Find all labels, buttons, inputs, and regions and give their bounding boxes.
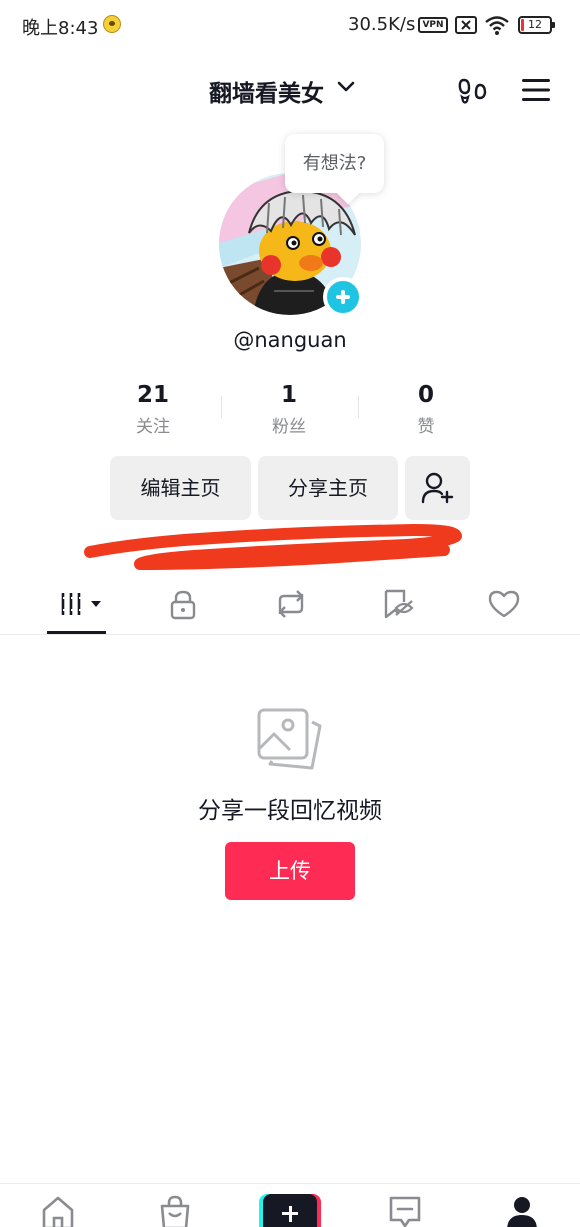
stat-likes[interactable]: 0 赞 (381, 380, 471, 442)
battery-label: 12 (528, 18, 542, 31)
tab-collections[interactable] (363, 574, 433, 635)
profile-header: 翻墙看美女 (0, 56, 580, 122)
home-icon[interactable] (40, 1194, 76, 1227)
shopping-bag-icon[interactable] (157, 1194, 193, 1227)
network-speed: 30.5K/s (348, 14, 416, 35)
account-switcher-title[interactable]: 翻墙看美女 (209, 74, 324, 108)
status-time: 晚上8:43 (22, 18, 99, 39)
active-tab-indicator (47, 631, 106, 634)
thought-bubble[interactable]: 有想法? (285, 134, 384, 193)
username: @nanguan (233, 328, 347, 352)
empty-state-message: 分享一段回忆视频 (198, 798, 382, 824)
tab-private[interactable] (148, 574, 218, 635)
profile-icon[interactable] (504, 1194, 540, 1227)
stat-following[interactable]: 21 关注 (108, 380, 198, 442)
stat-label: 关注 (136, 417, 170, 437)
stat-divider (221, 396, 222, 418)
no-sim-icon (455, 16, 477, 34)
footprint-icon[interactable] (458, 76, 488, 106)
battery-indicator: 12 (518, 16, 555, 34)
upload-button[interactable]: 上传 (225, 842, 355, 900)
stat-divider (358, 396, 359, 418)
share-profile-button[interactable]: 分享主页 (258, 456, 398, 520)
vpn-badge: VPN (418, 17, 448, 33)
add-avatar-button[interactable] (323, 277, 363, 317)
menu-icon[interactable] (521, 78, 551, 102)
wifi-icon (485, 16, 509, 35)
tab-works[interactable] (42, 574, 112, 635)
lock-icon (170, 590, 196, 620)
stat-value: 1 (280, 382, 297, 408)
plus-icon (263, 1194, 317, 1227)
repost-icon (278, 590, 304, 618)
grid-dropdown-icon (61, 593, 101, 615)
bottom-navigation (0, 1183, 580, 1227)
stat-value: 0 (417, 382, 434, 408)
add-friend-button[interactable] (405, 456, 470, 520)
stat-label: 粉丝 (272, 417, 306, 437)
redaction-scribble (84, 524, 462, 570)
content-tabs (0, 574, 580, 635)
photo-stack-icon (257, 708, 322, 770)
stat-label: 赞 (417, 417, 435, 437)
notification-emoji-icon (103, 15, 121, 33)
tab-likes[interactable] (468, 574, 538, 635)
status-bar: 晚上8:43 30.5K/s VPN 12 (0, 0, 580, 52)
stat-value: 21 (136, 382, 169, 408)
stat-followers[interactable]: 1 粉丝 (244, 380, 334, 442)
inbox-icon[interactable] (387, 1194, 423, 1227)
add-friend-icon (421, 472, 454, 504)
heart-icon (488, 590, 520, 618)
tab-reposts[interactable] (255, 574, 325, 635)
bookmark-hidden-icon (384, 589, 414, 619)
create-button[interactable] (259, 1194, 321, 1227)
edit-profile-button[interactable]: 编辑主页 (110, 456, 251, 520)
chevron-down-icon[interactable] (337, 80, 355, 94)
